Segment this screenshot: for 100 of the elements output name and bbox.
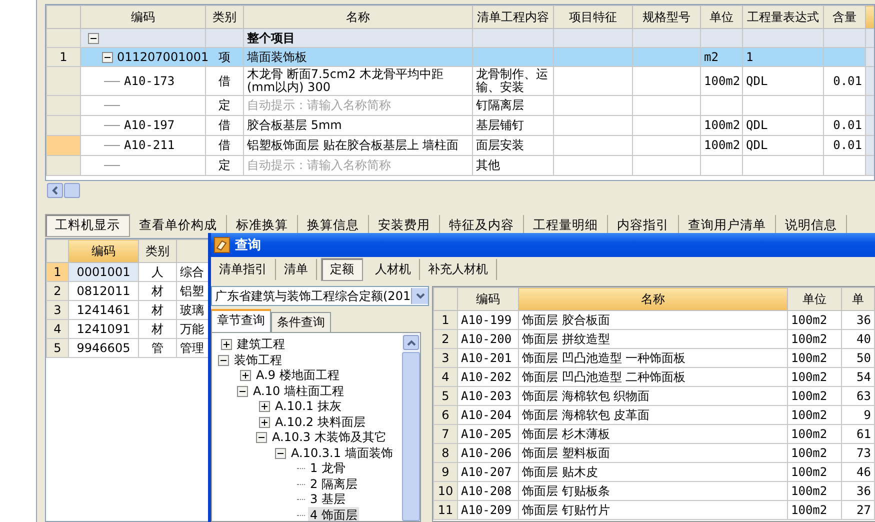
collapse-icon[interactable] <box>88 32 99 44</box>
row-number: 2 <box>442 332 450 346</box>
type-cell: 项 <box>218 50 230 64</box>
tree-item[interactable]: A.10.1 抹灰 <box>273 398 344 416</box>
price-cell: 9 <box>864 408 871 422</box>
column-header[interactable]: 含量 <box>824 6 866 28</box>
type-cell: 借 <box>218 118 230 132</box>
column-header[interactable]: 编码 <box>68 240 138 262</box>
code-cell: A10-173 <box>124 74 175 88</box>
library-dropdown[interactable]: 广东省建筑与装饰工程综合定额(201 <box>211 286 429 306</box>
name-cell: 综合 <box>180 264 204 278</box>
code-cell: A10-197 <box>124 119 175 132</box>
row-number: 1 <box>442 313 450 327</box>
expand-icon[interactable] <box>221 339 232 350</box>
row-number: 6 <box>442 408 450 422</box>
type-cell: 定 <box>218 98 230 112</box>
tree-item[interactable]: 装饰工程 <box>232 352 284 369</box>
tree-item[interactable]: 2 隔离层 <box>308 476 360 493</box>
tree-item[interactable]: 建筑工程 <box>235 336 287 354</box>
tab[interactable]: 章节查询 <box>211 309 271 332</box>
collapse-icon[interactable] <box>275 448 286 459</box>
price-cell: 54 <box>856 370 871 384</box>
code-cell: 0001001 <box>76 264 130 278</box>
tab[interactable]: 人材机 <box>367 258 420 280</box>
column-header[interactable]: 类别 <box>138 240 176 262</box>
row-number: 2 <box>54 284 62 298</box>
collapse-icon[interactable] <box>102 52 113 62</box>
expand-icon[interactable] <box>240 370 251 382</box>
column-header[interactable]: 编码 <box>80 6 206 28</box>
chevron-down-icon <box>416 293 424 299</box>
column-header[interactable]: 规格型号 <box>632 6 700 28</box>
scrollbar[interactable] <box>402 333 420 521</box>
code-cell: 9946605 <box>76 340 130 354</box>
name-cell: 管理 <box>180 340 204 354</box>
tree-item[interactable]: A.10.2 块料面层 <box>273 414 368 431</box>
tree-item[interactable]: 4 饰面层 <box>308 506 360 521</box>
price-cell: 40 <box>856 332 871 346</box>
chevron-left-icon <box>52 186 58 195</box>
tree-item[interactable]: A.10.3.1 墙面装饰 <box>289 444 395 462</box>
expand-icon[interactable] <box>259 401 270 412</box>
content-cell: 面层安装 <box>476 138 524 152</box>
tab[interactable]: 定额 <box>321 258 363 280</box>
expression-cell: QDL <box>746 74 768 88</box>
name-cell: 整个项目 <box>247 30 295 44</box>
name-cell: 铝塑板饰面层 贴在胶合板基层上 墙柱面 <box>247 138 459 152</box>
column-header[interactable]: 工程量表达式 <box>742 6 824 28</box>
quantity-cell: 0.01 <box>833 118 862 132</box>
tree-item[interactable]: A.9 楼地面工程 <box>254 367 342 384</box>
row-number: 10 <box>438 484 454 498</box>
unit-cell: 100m2 <box>791 332 828 346</box>
tab[interactable]: 条件查询 <box>271 312 331 332</box>
name-cell: 铝塑 <box>180 284 204 298</box>
scroll-thumb[interactable] <box>64 183 80 198</box>
name-cell: 万能 <box>180 322 204 336</box>
column-header[interactable]: 编码 <box>458 288 518 310</box>
content-cell: 龙骨制作、运输、安装 <box>476 67 548 94</box>
unit-cell: 100m2 <box>791 502 828 516</box>
column-header[interactable]: 单位 <box>788 288 842 310</box>
column-header[interactable]: 清单工程内容 <box>472 6 554 28</box>
row-number: 5 <box>54 341 62 355</box>
price-cell: 73 <box>856 446 871 460</box>
scroll-left-button[interactable] <box>47 183 63 198</box>
tab[interactable]: 补充人材机 <box>420 258 497 280</box>
expression-cell: QDL <box>746 118 768 132</box>
row-number: 4 <box>442 370 450 384</box>
column-header[interactable]: 名称 <box>244 6 472 28</box>
unit-cell: 100m2 <box>791 446 828 460</box>
row-number: 1 <box>54 265 62 279</box>
tab[interactable]: 清单 <box>276 258 317 280</box>
type-cell: 材 <box>152 302 164 316</box>
column-header[interactable]: 单位 <box>700 6 742 28</box>
collapse-icon[interactable] <box>256 432 267 444</box>
content-cell: 其他 <box>476 158 500 172</box>
collapse-icon[interactable] <box>237 386 248 397</box>
tree-item[interactable]: 3 基层 <box>308 491 348 508</box>
collapse-icon[interactable] <box>218 354 229 366</box>
tree-item[interactable]: A.10.3 木装饰及其它 <box>270 429 388 446</box>
quantity-cell: 0.01 <box>833 138 862 152</box>
price-cell: 27 <box>856 502 871 516</box>
tab[interactable]: 工料机显示 <box>45 214 130 236</box>
tree-item[interactable]: 1 龙骨 <box>308 460 348 478</box>
row-number: 4 <box>54 322 62 336</box>
row-number: 1 <box>60 50 68 64</box>
tab[interactable]: 清单指引 <box>211 258 276 280</box>
column-header[interactable]: 类别 <box>206 6 244 28</box>
code-cell: 0812011 <box>76 284 130 298</box>
unit-cell: 100m2 <box>704 138 740 152</box>
column-header[interactable]: 单 <box>842 288 874 310</box>
name-cell: 胶合板基层 5mm <box>247 118 342 132</box>
column-header[interactable]: 项目特征 <box>554 6 632 28</box>
column-header[interactable]: 名称 <box>518 288 788 310</box>
row-number: 8 <box>442 446 450 460</box>
type-cell: 管 <box>152 340 164 354</box>
row-number: 11 <box>438 503 454 517</box>
type-cell: 借 <box>218 138 230 152</box>
tree-item[interactable]: A.10 墙柱面工程 <box>251 382 346 400</box>
app-icon <box>214 237 230 253</box>
unit-cell: m2 <box>704 50 718 64</box>
unit-cell: 100m2 <box>704 118 740 132</box>
expand-icon[interactable] <box>259 416 270 428</box>
